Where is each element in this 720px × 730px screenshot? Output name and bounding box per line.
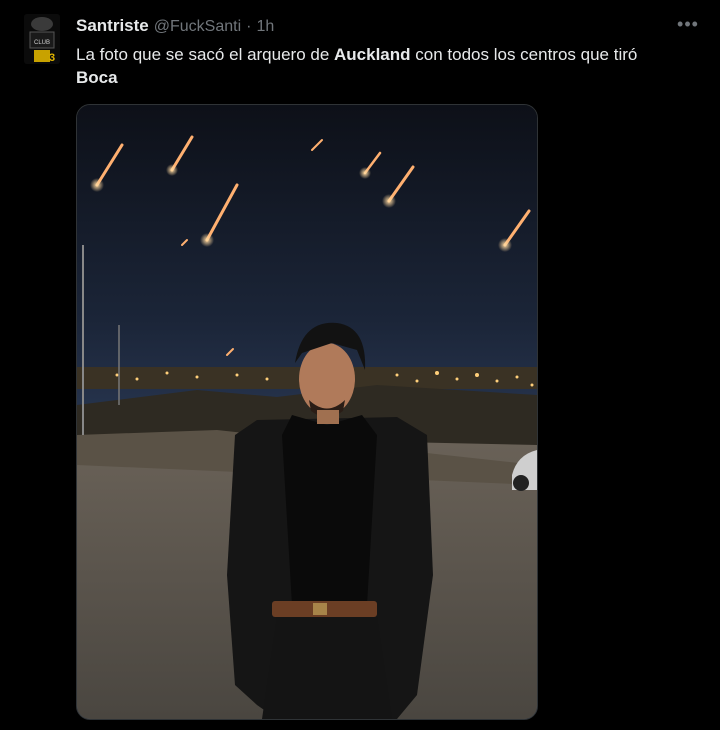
tweet-photo[interactable]: [76, 104, 538, 720]
author-handle[interactable]: @FuckSanti: [154, 18, 241, 36]
separator-dot: ·: [246, 18, 252, 35]
avatar[interactable]: CLUB 3: [24, 14, 60, 64]
tweet-text-bold-auckland: Auckland: [334, 45, 411, 64]
tweet-text-bold-boca: Boca: [76, 68, 118, 87]
tweet-header: Santriste @FuckSanti · 1h: [76, 16, 636, 38]
tweet-text-part2: con todos los centros que tiró: [410, 45, 638, 64]
author-name[interactable]: Santriste: [76, 16, 149, 36]
more-options-icon[interactable]: •••: [676, 15, 700, 38]
svg-text:CLUB: CLUB: [34, 40, 50, 46]
timestamp[interactable]: 1h: [256, 18, 274, 36]
svg-text:3: 3: [49, 52, 55, 64]
tweet-text: La foto que se sacó el arquero de Auckla…: [76, 43, 696, 89]
tweet-text-part1: La foto que se sacó el arquero de: [76, 45, 335, 64]
